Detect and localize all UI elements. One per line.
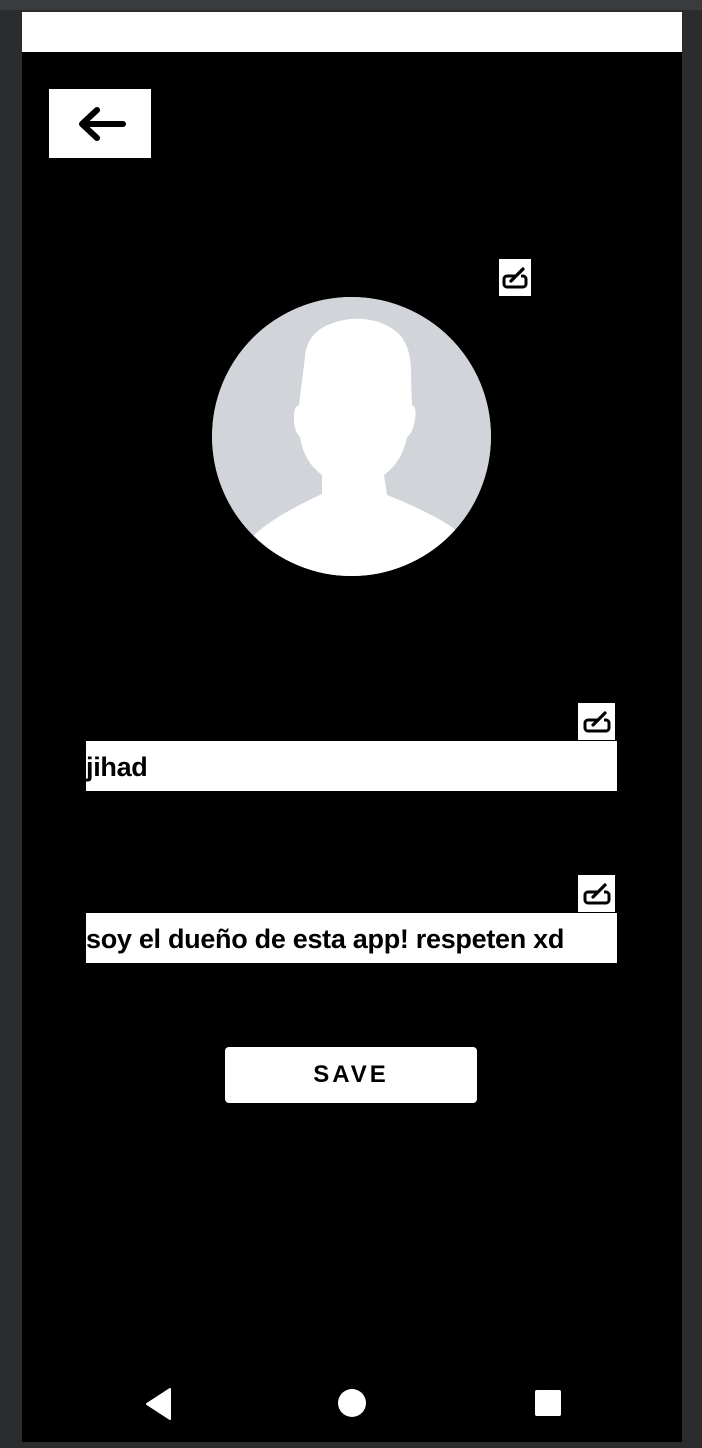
device-frame: jihad soy el dueño de esta app! respeten… [0,0,702,1448]
bio-field[interactable]: soy el dueño de esta app! respeten xd [86,913,617,963]
default-avatar-icon [212,297,491,576]
arrow-left-icon [79,106,126,141]
back-button[interactable] [49,89,151,158]
system-navigation-bar [22,1367,682,1442]
square-recents-icon[interactable] [535,1390,561,1416]
edit-icon [583,710,610,732]
edit-icon [583,882,610,904]
profile-avatar[interactable] [212,297,491,576]
edit-bio-button[interactable] [578,875,615,912]
status-bar [22,12,682,52]
name-field[interactable]: jihad [86,741,617,791]
frame-top-strip [0,0,702,10]
save-button[interactable]: SAVE [225,1047,477,1103]
circle-home-icon[interactable] [338,1389,366,1417]
app-screen: jihad soy el dueño de esta app! respeten… [22,12,682,1442]
triangle-back-icon[interactable] [144,1387,172,1421]
edit-name-button[interactable] [578,703,615,740]
edit-icon [502,266,528,288]
edit-avatar-button[interactable] [499,259,531,296]
